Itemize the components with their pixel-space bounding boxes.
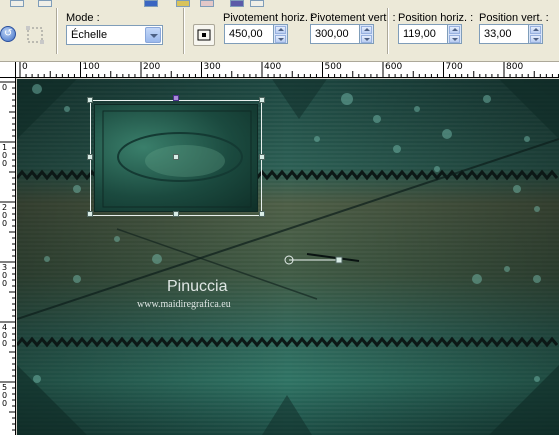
- tool-options-bar: ↺ Mode : Échelle Pivotement horiz. : 450…: [0, 0, 559, 62]
- deform-tool-icon[interactable]: [24, 24, 46, 46]
- vertical-ruler: 0 100 200 300 400 500: [0, 78, 16, 435]
- top-toolbar-strip: [0, 0, 559, 8]
- mode-select[interactable]: Échelle: [66, 25, 163, 45]
- ruler-label: 600: [385, 62, 403, 72]
- resize-handle-top-right[interactable]: [259, 97, 265, 103]
- horizontal-ruler: 0 100 200 300 400 500 600 700 800: [16, 62, 559, 78]
- ruler-label: 300: [2, 263, 8, 288]
- ruler-label: 200: [143, 62, 161, 72]
- resize-handle-bottom-right[interactable]: [259, 211, 265, 217]
- resize-handle-right[interactable]: [259, 154, 265, 160]
- resize-handle-left[interactable]: [87, 154, 93, 160]
- toolbar-separator: [56, 8, 58, 54]
- pos-vert-label: Position vert. :: [479, 12, 549, 24]
- ruler-label: 800: [506, 62, 524, 72]
- ruler-label: 300: [203, 62, 221, 72]
- pos-horiz-label: Position horiz. :: [398, 12, 474, 24]
- deformation-grid-button[interactable]: [193, 24, 215, 46]
- watermark-site: www.maidiregrafica.eu: [137, 299, 231, 310]
- toolbar-icon[interactable]: [230, 0, 244, 7]
- resize-handle-bottom[interactable]: [173, 211, 179, 217]
- ruler-label: 400: [2, 323, 8, 348]
- toolbar-icon[interactable]: [10, 0, 24, 7]
- pos-vert-input[interactable]: 33,00: [479, 24, 529, 44]
- mode-select-value: Échelle: [71, 29, 108, 41]
- pos-horiz-spinner[interactable]: [448, 24, 462, 44]
- ruler-label: 400: [264, 62, 282, 72]
- pos-horiz-input[interactable]: 119,00: [398, 24, 448, 44]
- ruler-label: 700: [445, 62, 463, 72]
- center-handle[interactable]: [173, 154, 179, 160]
- toolbar-icon[interactable]: [38, 0, 52, 7]
- toolbar-separator: [183, 8, 185, 54]
- chevron-down-icon[interactable]: [145, 27, 161, 43]
- toolbar-separator: [387, 8, 389, 54]
- toolbar-icon[interactable]: [144, 0, 158, 7]
- toolbar-icon[interactable]: [176, 0, 190, 7]
- ruler-label: 500: [324, 62, 342, 72]
- ruler-label: 0: [2, 83, 8, 92]
- toolbar-icon[interactable]: [200, 0, 214, 7]
- ruler-label: 200: [2, 203, 8, 228]
- rotation-handle[interactable]: [173, 95, 179, 101]
- ruler-label: 500: [2, 383, 8, 408]
- resize-handle-top-left[interactable]: [87, 97, 93, 103]
- ruler-corner: [0, 62, 16, 78]
- ruler-label: 100: [82, 62, 100, 72]
- pivot-horiz-spinner[interactable]: [274, 24, 288, 44]
- pivot-vert-spinner[interactable]: [360, 24, 374, 44]
- ruler-label: 100: [2, 143, 8, 168]
- ruler-label: 0: [22, 62, 28, 72]
- pivot-vert-input[interactable]: 300,00: [310, 24, 360, 44]
- pivot-horiz-label: Pivotement horiz. :: [223, 12, 315, 24]
- pivot-horiz-input[interactable]: 450,00: [224, 24, 274, 44]
- pivot-vert-label: Pivotement vert. :: [310, 12, 396, 24]
- toolbar-icon[interactable]: [250, 0, 264, 7]
- resize-handle-bottom-left[interactable]: [87, 211, 93, 217]
- undo-icon[interactable]: ↺: [0, 26, 16, 42]
- pos-vert-spinner[interactable]: [529, 24, 543, 44]
- image-canvas[interactable]: Pinuccia www.maidiregrafica.eu: [17, 79, 559, 435]
- mode-label: Mode :: [66, 12, 100, 24]
- watermark-title: Pinuccia: [167, 278, 228, 295]
